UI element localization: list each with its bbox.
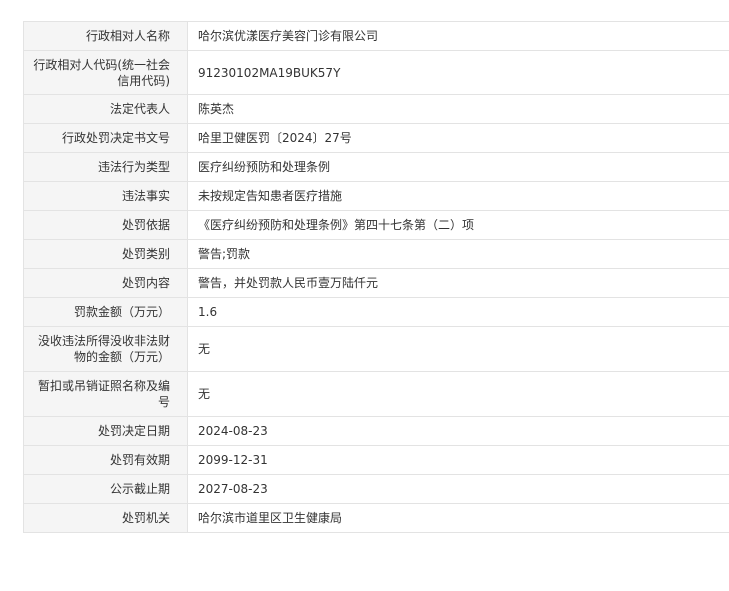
field-value: 陈英杰 — [187, 94, 729, 124]
field-label: 行政处罚决定书文号 — [23, 123, 188, 153]
field-value: 2099-12-31 — [187, 445, 729, 475]
field-value: 哈尔滨优漾医疗美容门诊有限公司 — [187, 21, 729, 51]
field-label: 处罚内容 — [23, 268, 188, 298]
field-value: 91230102MA19BUK57Y — [187, 50, 729, 95]
table-row: 没收违法所得没收非法财物的金额（万元） 无 — [23, 326, 729, 372]
field-label: 公示截止期 — [23, 474, 188, 504]
field-label: 处罚机关 — [23, 503, 188, 533]
table-row: 处罚内容 警告，并处罚款人民币壹万陆仟元 — [23, 268, 729, 298]
field-value: 《医疗纠纷预防和处理条例》第四十七条第（二）项 — [187, 210, 729, 240]
field-label: 处罚类别 — [23, 239, 188, 269]
table-row: 处罚机关 哈尔滨市道里区卫生健康局 — [23, 503, 729, 533]
field-value: 2027-08-23 — [187, 474, 729, 504]
field-label: 违法事实 — [23, 181, 188, 211]
field-value: 无 — [187, 371, 729, 417]
field-value: 2024-08-23 — [187, 416, 729, 446]
penalty-info-table: 行政相对人名称 哈尔滨优漾医疗美容门诊有限公司 行政相对人代码(统一社会信用代码… — [23, 21, 729, 533]
table-row: 法定代表人 陈英杰 — [23, 94, 729, 124]
table-row: 行政相对人名称 哈尔滨优漾医疗美容门诊有限公司 — [23, 21, 729, 51]
field-label: 罚款金额（万元） — [23, 297, 188, 327]
field-label: 法定代表人 — [23, 94, 188, 124]
table-row: 暂扣或吊销证照名称及编号 无 — [23, 371, 729, 417]
field-label: 行政相对人名称 — [23, 21, 188, 51]
field-label: 处罚决定日期 — [23, 416, 188, 446]
table-row: 处罚依据 《医疗纠纷预防和处理条例》第四十七条第（二）项 — [23, 210, 729, 240]
table-row: 处罚决定日期 2024-08-23 — [23, 416, 729, 446]
field-value: 警告，并处罚款人民币壹万陆仟元 — [187, 268, 729, 298]
table-row: 处罚类别 警告;罚款 — [23, 239, 729, 269]
table-row: 行政处罚决定书文号 哈里卫健医罚〔2024〕27号 — [23, 123, 729, 153]
field-value: 哈里卫健医罚〔2024〕27号 — [187, 123, 729, 153]
table-row: 违法行为类型 医疗纠纷预防和处理条例 — [23, 152, 729, 182]
field-label: 没收违法所得没收非法财物的金额（万元） — [23, 326, 188, 372]
table-row: 违法事实 未按规定告知患者医疗措施 — [23, 181, 729, 211]
field-value: 未按规定告知患者医疗措施 — [187, 181, 729, 211]
field-value: 哈尔滨市道里区卫生健康局 — [187, 503, 729, 533]
field-label: 行政相对人代码(统一社会信用代码) — [23, 50, 188, 95]
table-row: 罚款金额（万元） 1.6 — [23, 297, 729, 327]
field-label: 违法行为类型 — [23, 152, 188, 182]
table-row: 公示截止期 2027-08-23 — [23, 474, 729, 504]
table-row: 处罚有效期 2099-12-31 — [23, 445, 729, 475]
field-label: 处罚有效期 — [23, 445, 188, 475]
field-value: 1.6 — [187, 297, 729, 327]
field-value: 无 — [187, 326, 729, 372]
field-label: 处罚依据 — [23, 210, 188, 240]
field-value: 警告;罚款 — [187, 239, 729, 269]
table-row: 行政相对人代码(统一社会信用代码) 91230102MA19BUK57Y — [23, 50, 729, 95]
field-label: 暂扣或吊销证照名称及编号 — [23, 371, 188, 417]
field-value: 医疗纠纷预防和处理条例 — [187, 152, 729, 182]
